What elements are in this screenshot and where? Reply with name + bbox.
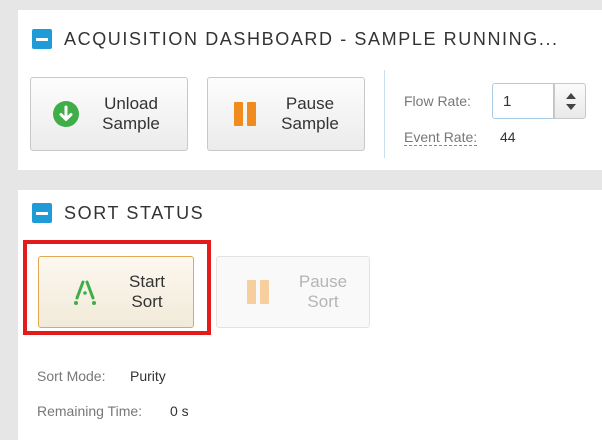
pause-icon — [247, 280, 269, 304]
remaining-time-value: 0 s — [170, 403, 189, 419]
unload-sample-button[interactable]: Unload Sample — [30, 77, 188, 151]
event-rate-label: Event Rate: — [404, 129, 478, 146]
divider — [384, 70, 385, 158]
sort-mode-label: Sort Mode: — [37, 368, 106, 384]
acquisition-panel-header: ACQUISITION DASHBOARD - SAMPLE RUNNING..… — [32, 28, 559, 50]
arrow-down-circle-icon — [53, 101, 79, 127]
decrement-arrow-icon[interactable] — [566, 104, 576, 110]
collapse-icon[interactable] — [32, 29, 52, 49]
pause-sample-button[interactable]: Pause Sample — [207, 77, 365, 151]
sort-status-panel: SORT STATUS Start Sort Pause Sort Sort M… — [18, 190, 602, 440]
pause-sort-label: Pause Sort — [298, 272, 348, 311]
acquisition-panel-title: ACQUISITION DASHBOARD - SAMPLE RUNNING..… — [64, 28, 559, 49]
sort-streams-icon — [74, 280, 96, 305]
flow-rate-input[interactable] — [492, 83, 554, 119]
event-rate-value: 44 — [500, 129, 516, 145]
collapse-icon[interactable] — [32, 203, 52, 223]
start-sort-label: Start Sort — [129, 272, 165, 311]
pause-sample-label: Pause Sample — [281, 94, 339, 133]
unload-sample-label: Unload Sample — [102, 94, 160, 133]
start-sort-button[interactable]: Start Sort — [38, 256, 194, 328]
remaining-time-label: Remaining Time: — [37, 403, 143, 419]
flow-rate-label: Flow Rate: — [404, 93, 471, 109]
sort-panel-header: SORT STATUS — [32, 202, 204, 224]
increment-arrow-icon[interactable] — [566, 93, 576, 99]
pause-sort-button: Pause Sort — [216, 256, 370, 328]
flow-rate-spinner[interactable] — [554, 83, 586, 119]
sort-mode-value: Purity — [130, 368, 166, 384]
sort-panel-title: SORT STATUS — [64, 202, 205, 223]
acquisition-dashboard-panel: ACQUISITION DASHBOARD - SAMPLE RUNNING..… — [18, 10, 602, 170]
pause-icon — [234, 102, 256, 126]
